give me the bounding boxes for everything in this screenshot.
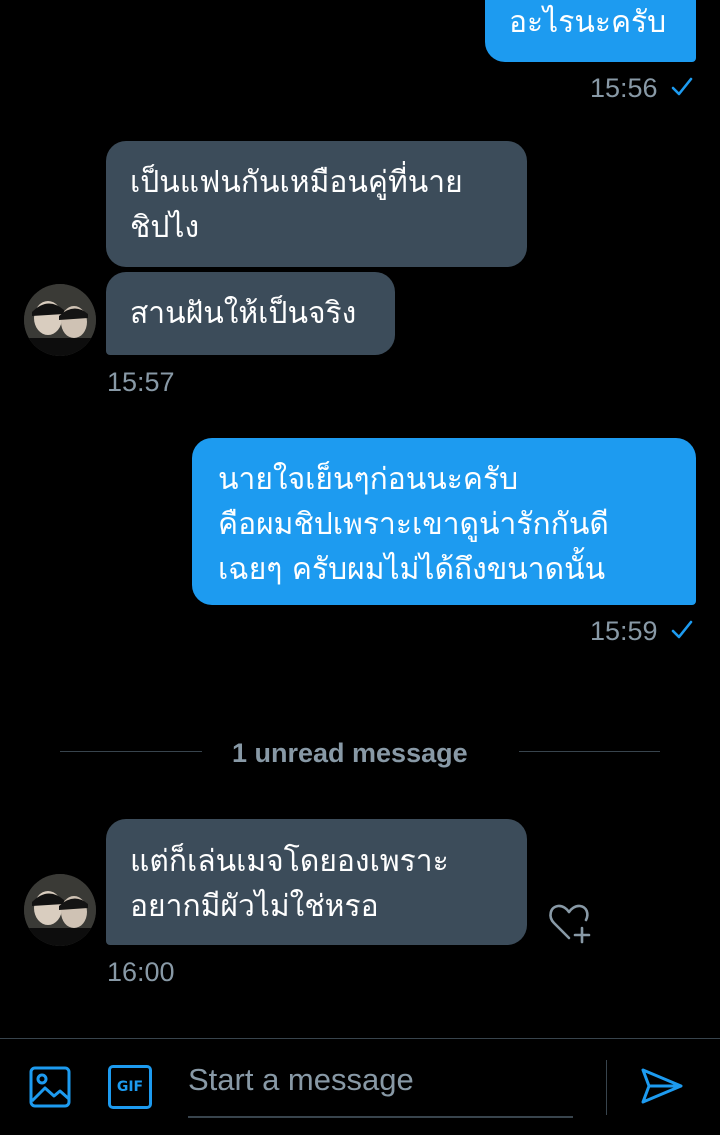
avatar-icon[interactable] — [24, 284, 96, 356]
image-icon[interactable] — [28, 1065, 72, 1109]
message-text: อะไรนะครับ — [509, 5, 667, 40]
message-input[interactable]: Start a message — [188, 1058, 573, 1118]
message-timestamp: 15:57 — [107, 367, 175, 397]
message-bubble-outgoing[interactable]: นายใจเย็นๆก่อนนะครับ คือผมชิปเพราะเขาดูน… — [192, 438, 696, 605]
composer-separator — [606, 1060, 607, 1115]
message-text: แต่ก็เล่นเมจโดยองเพราะ — [130, 844, 449, 879]
message-timestamp: 15:59 — [590, 616, 658, 646]
avatar-icon[interactable] — [24, 874, 96, 946]
divider-line — [519, 751, 660, 752]
message-timestamp: 15:56 — [590, 73, 658, 103]
message-text: อยากมีผัวไม่ใช่หรอ — [130, 889, 379, 924]
gif-button[interactable]: GIF — [108, 1065, 152, 1109]
message-text: ชิปไง — [130, 210, 200, 245]
gif-label: GIF — [116, 1079, 144, 1095]
message-text: สานฝันให้เป็นจริง — [130, 296, 357, 331]
divider-line — [60, 751, 202, 752]
message-text: เฉยๆ ครับผมไม่ได้ถึงขนาดนั้น — [218, 552, 606, 587]
message-text: คือผมชิปเพราะเขาดูน่ารักกันดี — [218, 507, 609, 542]
check-icon — [671, 77, 693, 96]
message-timestamp: 16:00 — [107, 957, 175, 987]
heart-plus-icon[interactable] — [546, 902, 592, 944]
message-input-placeholder: Start a message — [188, 1062, 414, 1097]
message-bubble-incoming[interactable]: สานฝันให้เป็นจริง — [106, 272, 395, 355]
unread-divider-label: 1 unread message — [232, 738, 468, 768]
send-icon[interactable] — [640, 1066, 684, 1106]
message-bubble-incoming[interactable]: แต่ก็เล่นเมจโดยองเพราะ อยากมีผัวไม่ใช่หร… — [106, 819, 527, 945]
message-text: นายใจเย็นๆก่อนนะครับ — [218, 462, 519, 497]
message-bubble-incoming[interactable]: เป็นแฟนกันเหมือนคู่ที่นาย ชิปไง — [106, 141, 527, 267]
message-bubble-outgoing[interactable]: อะไรนะครับ — [485, 0, 696, 62]
check-icon — [671, 620, 693, 639]
message-text: เป็นแฟนกันเหมือนคู่ที่นาย — [130, 165, 463, 200]
